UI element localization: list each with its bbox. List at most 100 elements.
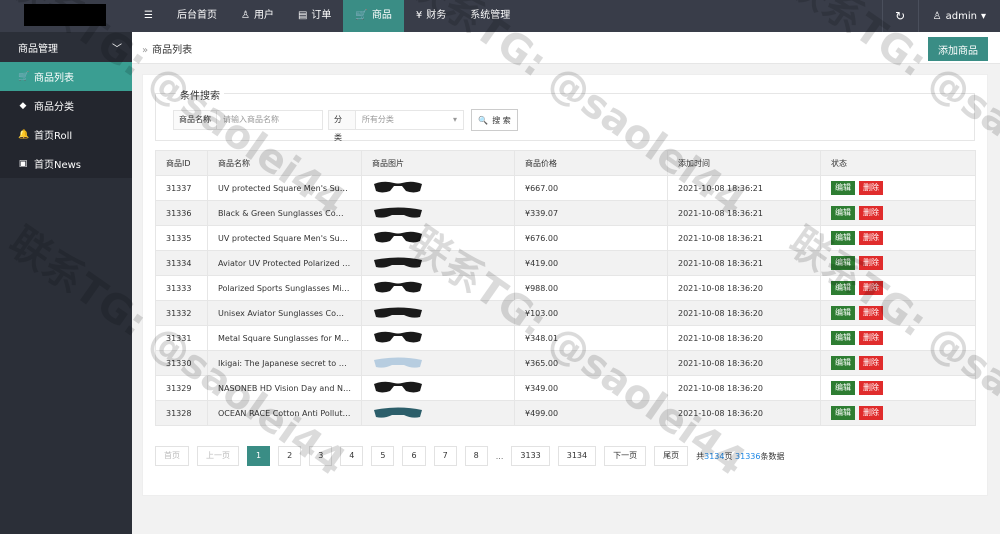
table-row: 31331Metal Square Sunglasses for Men and… xyxy=(155,325,976,351)
pager-page-6[interactable]: 6 xyxy=(402,446,426,466)
edit-button[interactable]: 编辑 xyxy=(831,306,855,320)
delete-button[interactable]: 删除 xyxy=(859,231,883,245)
table-row: 31335 UV protected Square Men's Sunglasse… xyxy=(155,225,976,251)
pager-page-7[interactable]: 7 xyxy=(433,446,457,466)
cell-price: ¥676.00 xyxy=(514,225,668,251)
goods-name-input[interactable]: 请输入商品名称 xyxy=(217,111,285,129)
edit-button[interactable]: 编辑 xyxy=(831,406,855,420)
edit-button[interactable]: 编辑 xyxy=(831,381,855,395)
search-panel: 条件搜索 商品名称 请输入商品名称 分类 所有分类 ▾ 🔍 搜 索 xyxy=(155,87,975,142)
cell-actions: 编辑 删除 xyxy=(820,225,976,251)
nav-goods[interactable]: 🛒 商品 xyxy=(343,0,404,32)
delete-button[interactable]: 删除 xyxy=(859,381,883,395)
nav-finance[interactable]: ¥ 财务 xyxy=(404,0,458,32)
cell-actions: 编辑 删除 xyxy=(820,350,976,376)
cell-image xyxy=(361,275,515,301)
pager-prev[interactable]: 上一页 xyxy=(197,446,239,466)
nav-system[interactable]: 系统管理 xyxy=(458,0,522,32)
col-image[interactable]: 商品图片 xyxy=(361,150,515,176)
col-price[interactable]: 商品价格 xyxy=(514,150,668,176)
pager-page-3134[interactable]: 3134 xyxy=(557,446,597,466)
cell-actions: 编辑 删除 xyxy=(820,250,976,276)
delete-button[interactable]: 删除 xyxy=(859,181,883,195)
search-legend: 条件搜索 xyxy=(176,87,224,102)
delete-button[interactable]: 删除 xyxy=(859,331,883,345)
cart-icon: 🛒 xyxy=(355,10,368,21)
edit-button[interactable]: 编辑 xyxy=(831,231,855,245)
cart-icon: 🛒 xyxy=(18,71,30,82)
cell-price: ¥419.00 xyxy=(514,250,668,276)
cell-time: 2021-10-08 18:36:20 xyxy=(667,300,821,326)
edit-button[interactable]: 编辑 xyxy=(831,281,855,295)
chevron-down-icon: ▾ xyxy=(452,115,457,124)
category-select[interactable]: 所有分类 ▾ xyxy=(356,111,463,129)
cell-name: OCEAN RACE Cotton Anti Pollution Mask xyxy=(207,400,362,426)
col-id[interactable]: 商品ID xyxy=(155,150,208,176)
cell-price: ¥365.00 xyxy=(514,350,668,376)
edit-button[interactable]: 编辑 xyxy=(831,206,855,220)
sidebar-item-home-news[interactable]: ▣ 首页News xyxy=(0,149,132,178)
news-icon: ▣ xyxy=(18,158,28,169)
name-field: 商品名称 请输入商品名称 xyxy=(173,110,323,130)
cell-id: 31336 xyxy=(155,200,208,226)
pager-page-1[interactable]: 1 xyxy=(247,446,271,466)
delete-button[interactable]: 删除 xyxy=(859,281,883,295)
user-name: admin xyxy=(945,10,977,22)
col-name[interactable]: 商品名称 xyxy=(207,150,362,176)
pager-page-3133[interactable]: 3133 xyxy=(511,446,550,466)
pager-total: 共3134页 31336条数据 xyxy=(696,451,785,461)
edit-button[interactable]: 编辑 xyxy=(831,256,855,270)
pager-next[interactable]: 下一页 xyxy=(604,446,647,466)
pagination: 首页 上一页 1 2 3 4 5 6 7 8 ... 3133 3134 下一页… xyxy=(155,446,784,466)
nav-users[interactable]: ♙ 用户 xyxy=(229,0,286,32)
delete-button[interactable]: 删除 xyxy=(859,356,883,370)
nav-menu-toggle[interactable]: ☰ xyxy=(132,0,165,32)
sidebar-group-goods[interactable]: 商品管理 ﹀ xyxy=(0,32,132,62)
nav-home[interactable]: 后台首页 xyxy=(165,0,229,32)
delete-button[interactable]: 删除 xyxy=(859,406,883,420)
cell-image xyxy=(361,200,515,226)
sidebar-item-goods-category[interactable]: ◆ 商品分类 xyxy=(0,91,132,120)
pager-first[interactable]: 首页 xyxy=(155,446,189,466)
edit-button[interactable]: 编辑 xyxy=(831,356,855,370)
cell-name: Aviator UV Protected Polarized Black xyxy=(207,250,362,276)
product-thumbnail xyxy=(374,381,422,393)
delete-button[interactable]: 删除 xyxy=(859,306,883,320)
edit-button[interactable]: 编辑 xyxy=(831,331,855,345)
cell-image xyxy=(361,400,515,426)
product-thumbnail xyxy=(374,307,422,318)
user-icon: ♙ xyxy=(240,10,250,21)
sidebar-item-home-roll[interactable]: 🔔 首页Roll xyxy=(0,120,132,149)
nav-orders[interactable]: ▤ 订单 xyxy=(286,0,343,32)
sidebar-item-goods-list[interactable]: 🛒 商品列表 xyxy=(0,62,132,91)
cell-time: 2021-10-08 18:36:21 xyxy=(667,175,821,201)
refresh-button[interactable]: ↻ xyxy=(881,0,918,32)
product-thumbnail xyxy=(374,207,422,218)
user-menu[interactable]: ♙ admin ▾ xyxy=(917,0,1000,32)
edit-button[interactable]: 编辑 xyxy=(831,181,855,195)
goods-table: 商品ID 商品名称 商品图片 商品价格 添加时间 状态 31337 UV prot… xyxy=(155,150,976,426)
pager-page-8[interactable]: 8 xyxy=(464,446,488,466)
yen-icon: ¥ xyxy=(415,10,423,21)
col-time[interactable]: 添加时间 xyxy=(667,150,821,176)
pager-page-2[interactable]: 2 xyxy=(278,446,302,466)
pager-page-3[interactable]: 3 xyxy=(309,446,333,466)
chevron-down-icon: ▾ xyxy=(980,10,986,22)
pager-last[interactable]: 尾页 xyxy=(654,446,689,466)
cell-actions: 编辑 删除 xyxy=(820,375,976,401)
delete-button[interactable]: 删除 xyxy=(859,206,883,220)
cell-name: Metal Square Sunglasses for Men and Wome… xyxy=(207,325,362,351)
breadcrumb-separator-icon: » xyxy=(142,45,149,56)
cell-image xyxy=(361,375,515,401)
cell-time: 2021-10-08 18:36:21 xyxy=(667,225,821,251)
cell-id: 31332 xyxy=(155,300,208,326)
cell-image xyxy=(361,225,515,251)
pager-page-5[interactable]: 5 xyxy=(371,446,395,466)
search-button[interactable]: 🔍 搜 索 xyxy=(471,109,518,131)
col-status[interactable]: 状态 xyxy=(820,150,976,176)
add-goods-button[interactable]: 添加商品 xyxy=(928,37,988,61)
pager-page-4[interactable]: 4 xyxy=(340,446,364,466)
delete-button[interactable]: 删除 xyxy=(859,256,883,270)
top-navbar: ☰ 后台首页 ♙ 用户 ▤ 订单 🛒 商品 ¥ 财务 系统管理 ↻ ♙ admin ▾ xyxy=(0,0,1000,32)
product-thumbnail xyxy=(374,407,422,418)
